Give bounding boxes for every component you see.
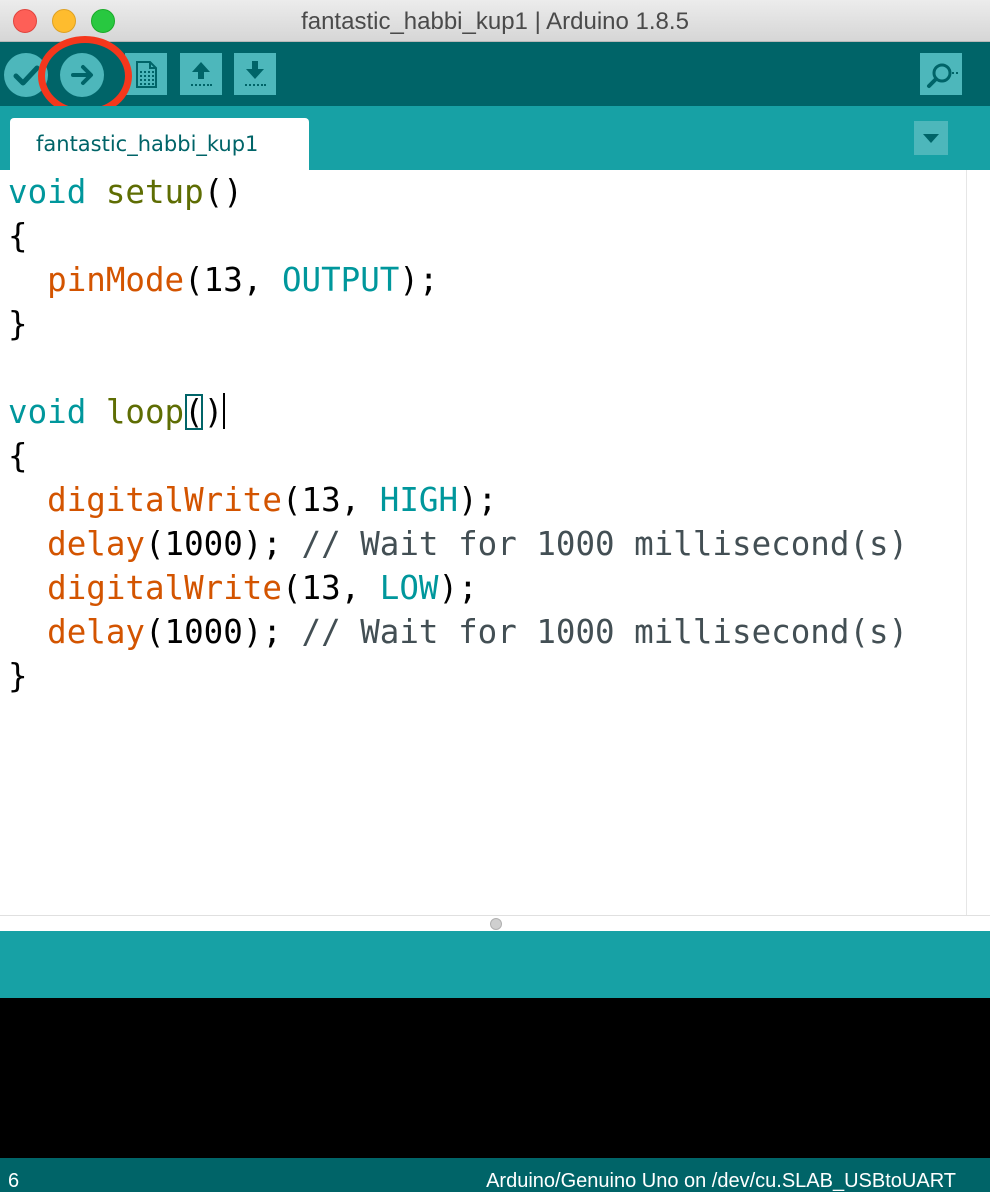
code-token: pinMode bbox=[47, 261, 185, 299]
code-token: // Wait for 1000 millisecond(s) bbox=[301, 613, 909, 651]
text-caret bbox=[223, 393, 226, 429]
code-token: setup bbox=[105, 173, 204, 211]
code-token: loop bbox=[105, 393, 185, 431]
serial-monitor-button[interactable] bbox=[920, 53, 962, 95]
code-token: { bbox=[8, 437, 28, 475]
code-line[interactable]: delay(1000); // Wait for 1000 millisecon… bbox=[8, 610, 908, 654]
verify-button[interactable] bbox=[4, 53, 48, 97]
code-token: ); bbox=[458, 481, 498, 519]
code-token: (13, bbox=[184, 261, 282, 299]
code-token: digitalWrite bbox=[47, 481, 282, 519]
code-token: ); bbox=[399, 261, 439, 299]
board-port-info: Arduino/Genuino Uno on /dev/cu.SLAB_USBt… bbox=[486, 1170, 956, 1192]
code-token: ); bbox=[438, 569, 478, 607]
tab-sketch[interactable]: fantastic_habbi_kup1 bbox=[10, 118, 309, 170]
tab-menu-button[interactable] bbox=[914, 121, 948, 155]
code-token: } bbox=[8, 305, 28, 343]
upload-button[interactable] bbox=[60, 53, 104, 97]
cursor-line-number: 6 bbox=[8, 1170, 20, 1192]
new-sketch-button[interactable] bbox=[125, 53, 167, 95]
code-token: // Wait for 1000 millisecond(s) bbox=[301, 525, 909, 563]
code-token: (1000); bbox=[144, 613, 302, 651]
code-token: ( bbox=[184, 393, 204, 431]
code-token: void bbox=[8, 173, 87, 211]
code-line[interactable]: digitalWrite(13, LOW); bbox=[8, 566, 908, 610]
arrow-up-icon bbox=[191, 62, 212, 86]
code-token: digitalWrite bbox=[47, 569, 282, 607]
code-line[interactable]: pinMode(13, OUTPUT); bbox=[8, 258, 908, 302]
code-line[interactable]: { bbox=[8, 434, 908, 478]
arrow-right-icon bbox=[71, 65, 93, 85]
code-token: LOW bbox=[379, 569, 439, 607]
code-line[interactable]: void setup() bbox=[8, 170, 908, 214]
code-token: HIGH bbox=[379, 481, 459, 519]
code-token: OUTPUT bbox=[281, 261, 400, 299]
code-text[interactable]: void setup(){ pinMode(13, OUTPUT);} void … bbox=[8, 170, 908, 698]
tab-label: fantastic_habbi_kup1 bbox=[36, 132, 259, 156]
code-line[interactable]: delay(1000); // Wait for 1000 millisecon… bbox=[8, 522, 908, 566]
code-token: } bbox=[8, 657, 28, 695]
save-sketch-button[interactable] bbox=[234, 53, 276, 95]
code-line[interactable] bbox=[8, 346, 908, 390]
code-token: { bbox=[8, 217, 28, 255]
tab-bar: fantastic_habbi_kup1 bbox=[0, 106, 990, 170]
open-sketch-button[interactable] bbox=[180, 53, 222, 95]
console-output[interactable] bbox=[0, 998, 990, 1158]
magnifier-icon bbox=[927, 63, 958, 88]
editor-scrollbar[interactable] bbox=[966, 170, 990, 915]
code-token: () bbox=[203, 173, 243, 211]
code-editor[interactable]: void setup(){ pinMode(13, OUTPUT);} void … bbox=[0, 170, 990, 915]
divider-handle[interactable] bbox=[490, 918, 502, 930]
status-bar bbox=[0, 931, 990, 998]
code-token: ) bbox=[203, 393, 224, 431]
check-icon bbox=[13, 65, 40, 86]
chevron-down-icon bbox=[923, 134, 939, 143]
title-bar: fantastic_habbi_kup1 | Arduino 1.8.5 bbox=[0, 0, 990, 42]
code-token: (13, bbox=[281, 569, 380, 607]
code-line[interactable]: } bbox=[8, 654, 908, 698]
code-token: (1000); bbox=[144, 525, 302, 563]
code-token: delay bbox=[47, 525, 145, 563]
new-document-icon bbox=[136, 61, 157, 88]
code-line[interactable]: { bbox=[8, 214, 908, 258]
code-token: delay bbox=[47, 613, 145, 651]
window-title: fantastic_habbi_kup1 | Arduino 1.8.5 bbox=[301, 8, 689, 35]
code-line[interactable]: digitalWrite(13, HIGH); bbox=[8, 478, 908, 522]
code-line[interactable]: void loop() bbox=[8, 390, 908, 434]
code-token: void bbox=[8, 393, 87, 431]
toolbar bbox=[0, 42, 990, 106]
code-line[interactable]: } bbox=[8, 302, 908, 346]
arduino-ide-window: fantastic_habbi_kup1 | Arduino 1.8.5 fan… bbox=[0, 0, 990, 1192]
code-token: (13, bbox=[281, 481, 380, 519]
arrow-down-icon bbox=[245, 61, 266, 86]
split-pane-divider[interactable] bbox=[0, 915, 990, 931]
footer-bar: 6 Arduino/Genuino Uno on /dev/cu.SLAB_US… bbox=[0, 1158, 990, 1192]
